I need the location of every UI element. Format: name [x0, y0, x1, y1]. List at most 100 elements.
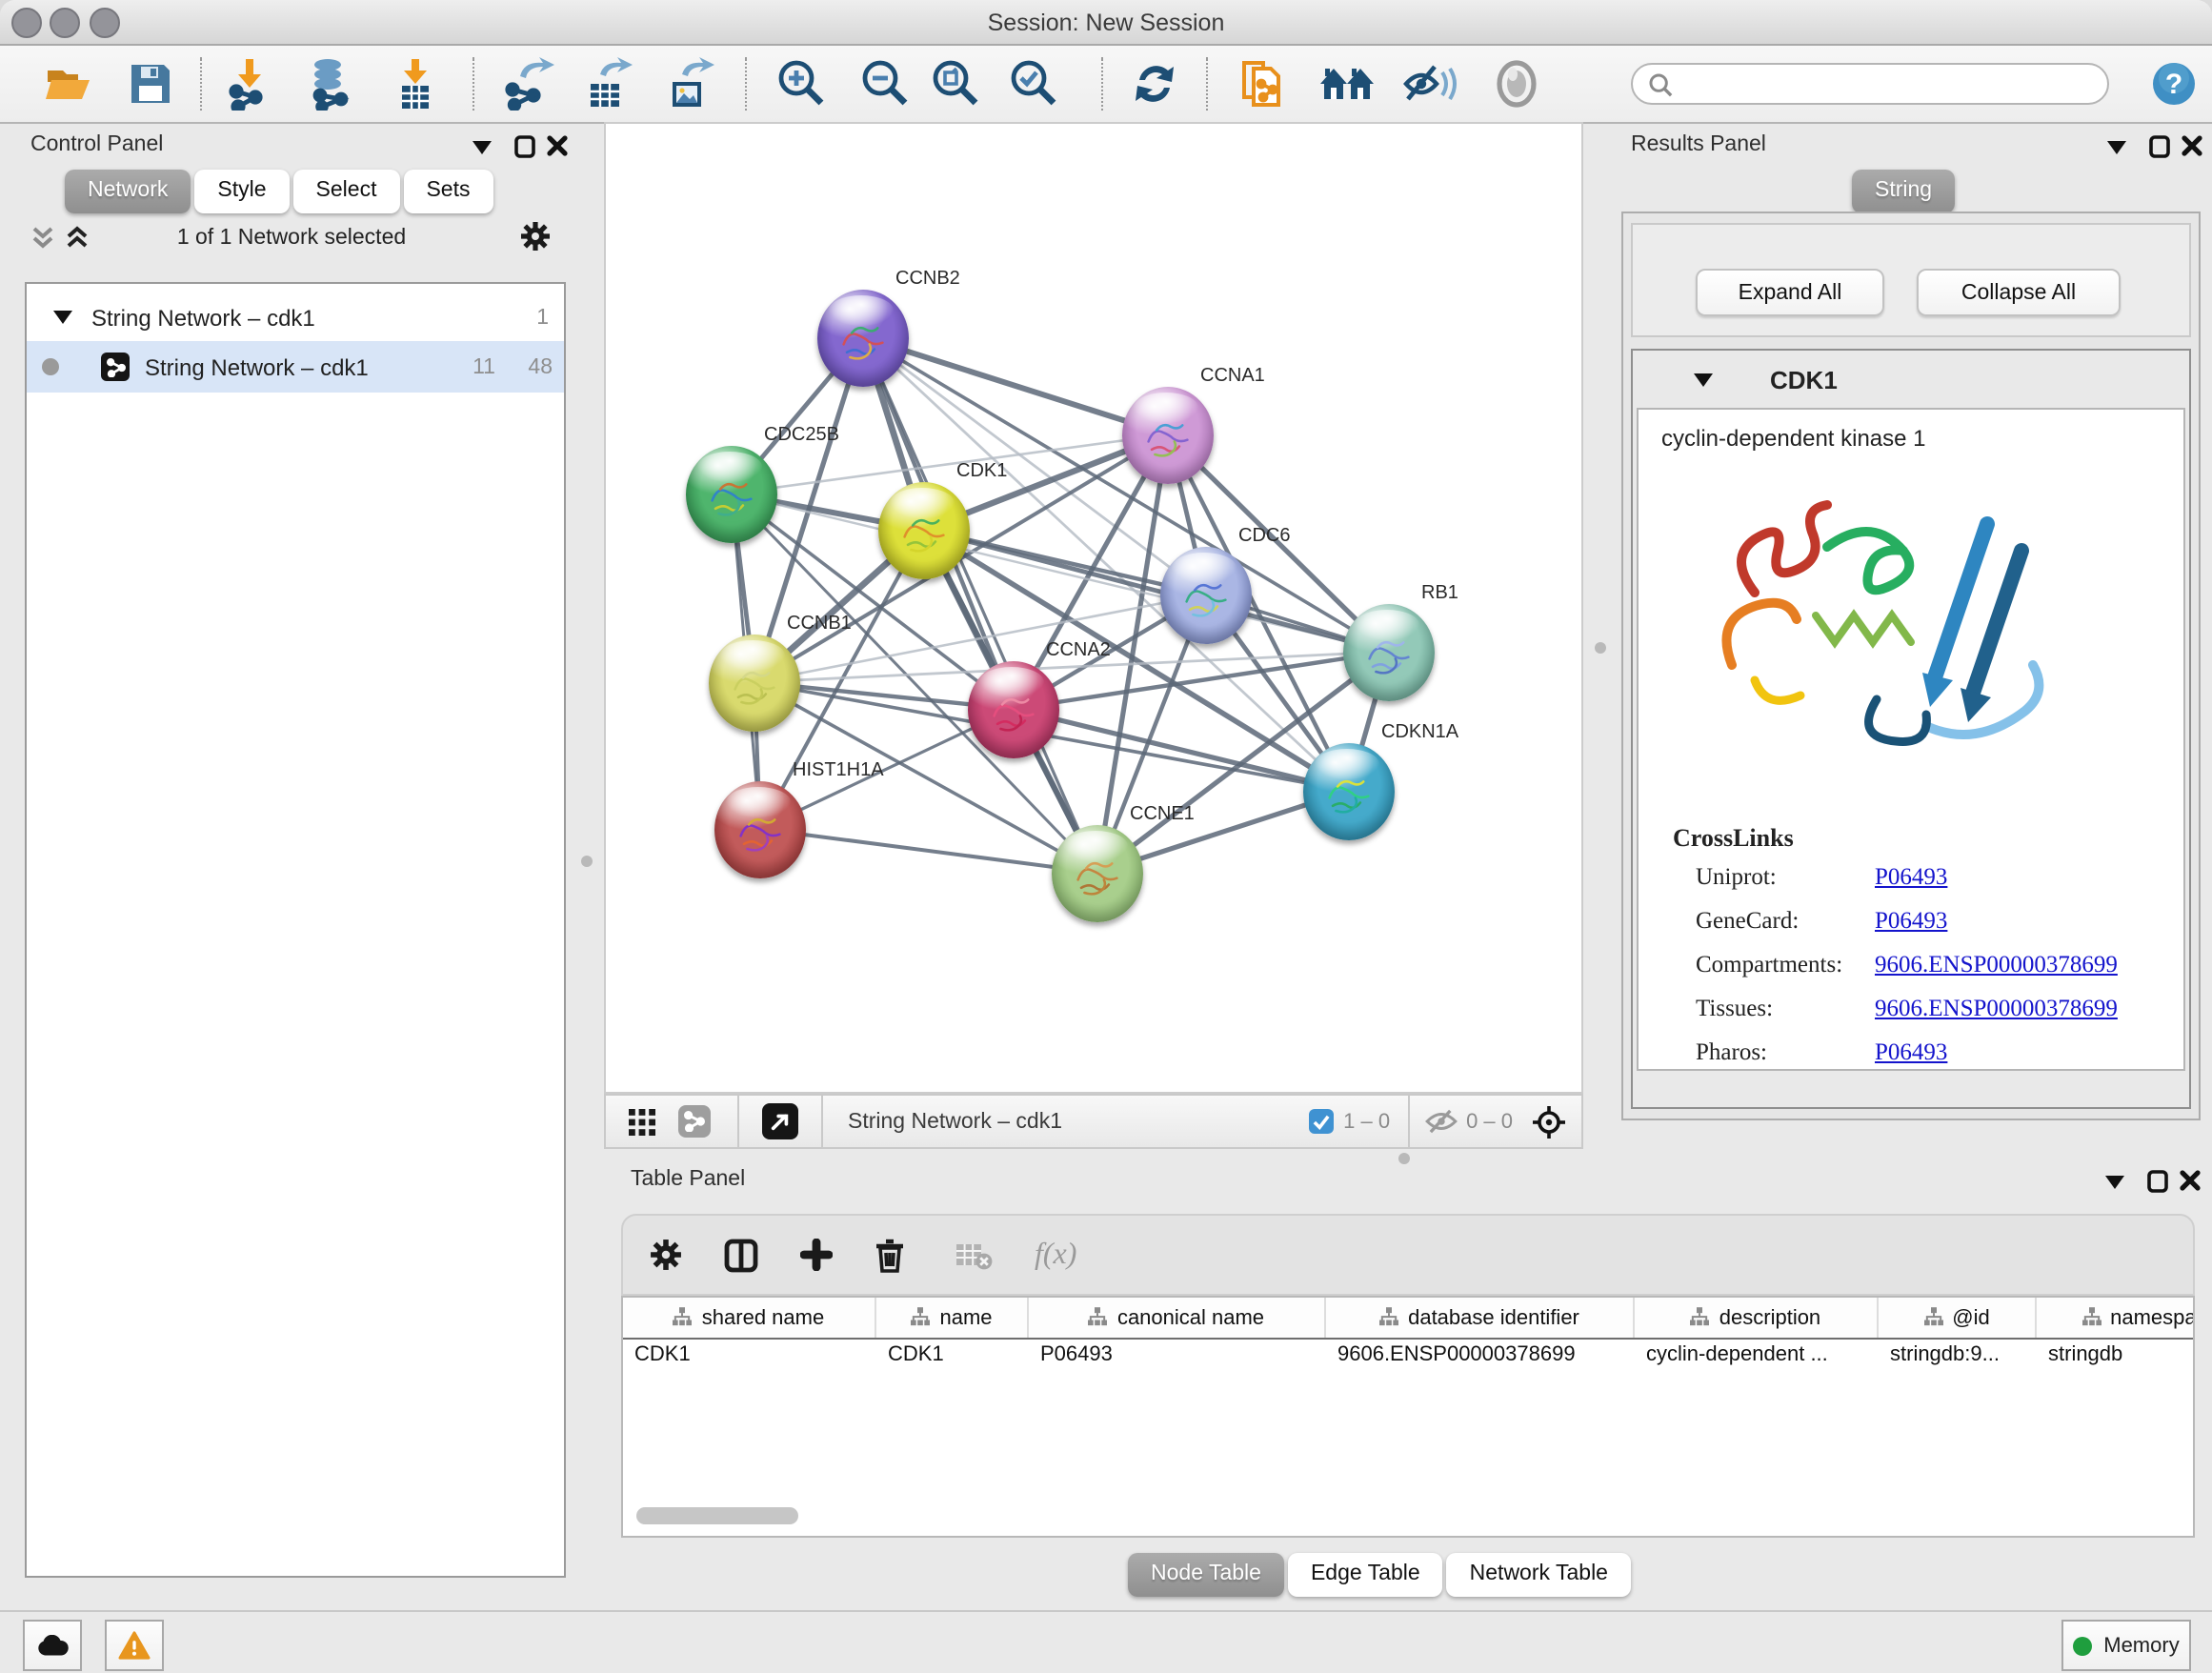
- control-panel-float-icon[interactable]: [513, 133, 537, 158]
- fit-selected-target-icon[interactable]: [1532, 1104, 1566, 1139]
- tab-edge-table[interactable]: Edge Table: [1288, 1553, 1443, 1597]
- crosslink-value-link[interactable]: P06493: [1875, 907, 1947, 936]
- tab-network-table[interactable]: Network Table: [1447, 1553, 1631, 1597]
- results-panel-collapse-icon[interactable]: [2103, 135, 2128, 160]
- crosslink-value-link[interactable]: 9606.ENSP00000378699: [1875, 995, 2118, 1023]
- tab-style[interactable]: Style: [194, 170, 289, 213]
- node-ccnb1[interactable]: [709, 634, 800, 731]
- table-row[interactable]: CDK1CDK1P064939606.ENSP00000378699cyclin…: [623, 1338, 2195, 1374]
- node-hist1h1a[interactable]: [714, 780, 806, 877]
- column-header-database-identifier[interactable]: database identifier: [1326, 1298, 1635, 1338]
- zoom-selected-button[interactable]: [1004, 55, 1061, 112]
- node-ccna2[interactable]: [968, 660, 1059, 757]
- help-button[interactable]: ?: [2145, 55, 2202, 112]
- attribute-tree-icon: [2081, 1307, 2101, 1328]
- open-session-button[interactable]: [40, 55, 97, 112]
- table-cell[interactable]: CDK1: [876, 1338, 1029, 1374]
- cdk1-section-header[interactable]: CDK1: [1633, 351, 2189, 408]
- collapse-all-button[interactable]: Collapse All: [1917, 269, 2121, 316]
- import-table-from-file-button[interactable]: [387, 55, 444, 112]
- protein-ribbon-art: [699, 464, 764, 529]
- results-panel-float-icon[interactable]: [2147, 133, 2172, 158]
- tab-network[interactable]: Network: [65, 170, 191, 213]
- network-collection-row[interactable]: String Network – cdk1 1: [27, 292, 564, 343]
- network-canvas[interactable]: CCNB2CCNA1CDC25BCDK1CDC6RB1CCNB1CCNA2CDK…: [604, 122, 1583, 1094]
- delete-table-icon[interactable]: [955, 1240, 993, 1270]
- import-network-from-file-button[interactable]: [221, 55, 278, 112]
- node-cdkn1a[interactable]: [1303, 742, 1395, 839]
- table-panel-collapse-icon[interactable]: [2101, 1170, 2126, 1195]
- table-cell[interactable]: cyclin-dependent ...: [1635, 1338, 1879, 1374]
- export-image-button[interactable]: [661, 55, 718, 112]
- table-panel-close-icon[interactable]: [2178, 1168, 2202, 1193]
- column-header-canonical-name[interactable]: canonical name: [1029, 1298, 1326, 1338]
- right-splitter-handle[interactable]: [1595, 642, 1606, 654]
- node-ccnb2[interactable]: [817, 289, 909, 386]
- tab-string[interactable]: String: [1852, 170, 1955, 213]
- node-ccna1[interactable]: [1122, 386, 1214, 483]
- results-panel-close-icon[interactable]: [2180, 133, 2204, 158]
- column-header-name[interactable]: name: [876, 1298, 1029, 1338]
- save-session-button[interactable]: [122, 55, 179, 112]
- birdseye-view-icon[interactable]: [762, 1103, 798, 1139]
- export-network-button[interactable]: [499, 55, 556, 112]
- table-toolbar: f(x): [621, 1214, 2195, 1296]
- node-cdc6[interactable]: [1160, 546, 1252, 643]
- zoom-out-button[interactable]: [855, 55, 913, 112]
- table-horizontal-scrollbar[interactable]: [636, 1507, 798, 1524]
- column-header-shared-name[interactable]: shared name: [623, 1298, 876, 1338]
- collection-expander-icon[interactable]: [53, 311, 72, 324]
- export-table-button[interactable]: [579, 55, 636, 112]
- table-cell[interactable]: 9606.ENSP00000378699: [1326, 1338, 1635, 1374]
- hide-unhide-button[interactable]: [1400, 55, 1458, 112]
- table-cell[interactable]: CDK1: [623, 1338, 876, 1374]
- node-ccne1[interactable]: [1052, 824, 1143, 921]
- crosslink-label: Pharos:: [1696, 1038, 1767, 1067]
- show-columns-icon[interactable]: [724, 1238, 758, 1272]
- grid-view-icon[interactable]: [629, 1108, 655, 1135]
- cdk1-expander-icon[interactable]: [1694, 373, 1713, 386]
- add-column-icon[interactable]: [800, 1239, 833, 1271]
- node-rb1[interactable]: [1343, 603, 1435, 700]
- tab-node-table[interactable]: Node Table: [1128, 1553, 1284, 1597]
- control-panel-collapse-icon[interactable]: [469, 135, 493, 160]
- network-options-gear-icon[interactable]: [520, 221, 551, 252]
- help-icon: ?: [2151, 61, 2197, 107]
- column-header-namespace[interactable]: namespace: [2037, 1298, 2195, 1338]
- clone-network-button[interactable]: [1235, 55, 1292, 112]
- column-header--id[interactable]: @id: [1879, 1298, 2037, 1338]
- table-panel-float-icon[interactable]: [2145, 1168, 2170, 1193]
- statusbar: Memory: [0, 1610, 2212, 1673]
- zoom-fit-button[interactable]: [926, 55, 983, 112]
- column-header-description[interactable]: description: [1635, 1298, 1879, 1338]
- table-settings-gear-icon[interactable]: [650, 1239, 682, 1271]
- zoom-in-button[interactable]: [772, 55, 829, 112]
- crosslink-value-link[interactable]: 9606.ENSP00000378699: [1875, 951, 2118, 979]
- tab-sets[interactable]: Sets: [403, 170, 493, 213]
- network-row[interactable]: String Network – cdk1 11 48: [27, 341, 564, 393]
- show-graphics-button[interactable]: [1488, 55, 1545, 112]
- crosslink-value-link[interactable]: P06493: [1875, 863, 1947, 892]
- function-builder-fx[interactable]: f(x): [1035, 1238, 1076, 1272]
- table-cell[interactable]: stringdb: [2037, 1338, 2195, 1374]
- search-input[interactable]: [1631, 63, 2109, 105]
- selected-checkbox[interactable]: [1309, 1109, 1334, 1134]
- warnings-button[interactable]: [105, 1620, 164, 1671]
- refresh-view-button[interactable]: [1126, 55, 1183, 112]
- crosslink-value-link[interactable]: P06493: [1875, 1038, 1947, 1067]
- network-view-icon[interactable]: [678, 1105, 711, 1138]
- table-cell[interactable]: P06493: [1029, 1338, 1326, 1374]
- delete-column-trash-icon[interactable]: [875, 1238, 905, 1272]
- left-splitter-handle[interactable]: [581, 856, 593, 867]
- table-cell[interactable]: stringdb:9...: [1879, 1338, 2037, 1374]
- cloud-sessions-button[interactable]: [23, 1620, 82, 1671]
- node-cdk1[interactable]: [878, 481, 970, 578]
- node-cdc25b[interactable]: [686, 445, 777, 542]
- memory-button[interactable]: Memory: [2061, 1620, 2191, 1671]
- control-panel-close-icon[interactable]: [545, 133, 570, 158]
- tab-select[interactable]: Select: [293, 170, 400, 213]
- expand-all-button[interactable]: Expand All: [1696, 269, 1884, 316]
- import-network-from-database-button[interactable]: [301, 55, 358, 112]
- hidden-eye-slash-icon[interactable]: [1424, 1109, 1457, 1134]
- home-string-button[interactable]: [1318, 55, 1376, 112]
